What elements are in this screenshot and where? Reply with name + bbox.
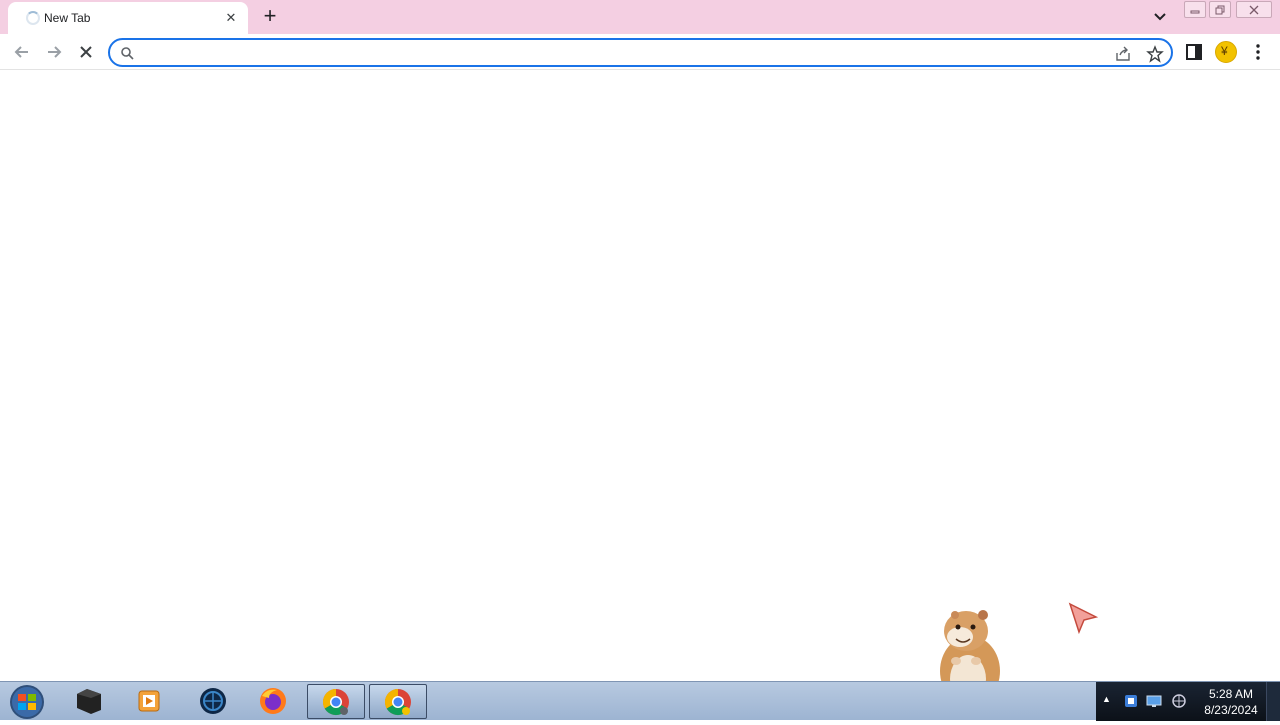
taskbar-app-terminal[interactable] (60, 684, 118, 719)
arrow-left-icon (14, 46, 28, 58)
chrome-icon (322, 688, 349, 716)
tab-new-tab[interactable]: New Tab ✕ (8, 2, 248, 34)
close-window-button[interactable] (1236, 1, 1272, 18)
arrow-right-icon (48, 46, 62, 58)
share-icon[interactable] (1114, 45, 1132, 63)
tab-title: New Tab (44, 11, 91, 25)
tab-strip: New Tab ✕ + (0, 0, 1280, 34)
more-vertical-icon (1256, 44, 1260, 60)
chevron-down-icon (1154, 13, 1166, 21)
network-icon[interactable] (1171, 693, 1187, 709)
restore-button[interactable] (1209, 1, 1231, 18)
firefox-icon (260, 688, 286, 714)
close-icon (80, 46, 92, 58)
browser-toolbar: ¥ (0, 34, 1280, 70)
terminal-icon (77, 689, 101, 714)
chrome-icon (384, 688, 411, 716)
clock-time: 5:28 AM (1208, 687, 1254, 701)
system-tray: ▲ 5:28 AM 8/23/2024 (1096, 682, 1280, 721)
side-panel-button[interactable] (1183, 41, 1205, 63)
bookmark-star-icon[interactable] (1146, 45, 1164, 63)
taskbar-app-chrome-1[interactable] (307, 684, 365, 719)
taskbar-app-media-player[interactable] (120, 684, 178, 719)
start-button[interactable] (4, 683, 50, 720)
clock-date: 8/23/2024 (1204, 703, 1258, 717)
tray-app-icon[interactable] (1123, 693, 1139, 709)
stop-button[interactable] (75, 41, 97, 63)
windows-logo-icon (10, 685, 44, 719)
globe-icon (200, 688, 226, 714)
minimize-icon (1190, 10, 1200, 14)
show-desktop-button[interactable] (1266, 682, 1280, 721)
forward-button[interactable] (43, 41, 65, 63)
profile-avatar[interactable]: ¥ (1215, 41, 1237, 63)
back-button[interactable] (11, 41, 33, 63)
taskbar-app-chrome-2[interactable] (369, 684, 427, 719)
side-panel-icon (1186, 44, 1202, 60)
system-clock[interactable]: 5:28 AM 8/23/2024 (1200, 686, 1262, 718)
tray-expand-icon[interactable]: ▲ (1102, 694, 1111, 704)
close-icon (1249, 5, 1259, 15)
taskbar: ▲ 5:28 AM 8/23/2024 (0, 681, 1280, 721)
minimize-button[interactable] (1184, 1, 1206, 18)
tab-close-button[interactable]: ✕ (222, 9, 240, 27)
taskbar-app-globe[interactable] (184, 684, 242, 719)
avatar-initial: ¥ (1221, 44, 1228, 58)
page-content (0, 71, 1280, 709)
mouse-cursor-icon (1068, 602, 1099, 635)
restore-icon (1215, 5, 1225, 15)
address-bar[interactable] (108, 38, 1173, 67)
media-player-icon (138, 690, 160, 712)
loading-spinner-icon (26, 11, 40, 25)
new-tab-button[interactable]: + (258, 5, 282, 29)
search-icon (121, 47, 134, 60)
taskbar-app-firefox[interactable] (244, 684, 302, 719)
tab-search-button[interactable] (1150, 7, 1170, 27)
menu-button[interactable] (1247, 41, 1269, 63)
display-icon[interactable] (1146, 693, 1162, 709)
address-input[interactable] (142, 43, 1102, 62)
